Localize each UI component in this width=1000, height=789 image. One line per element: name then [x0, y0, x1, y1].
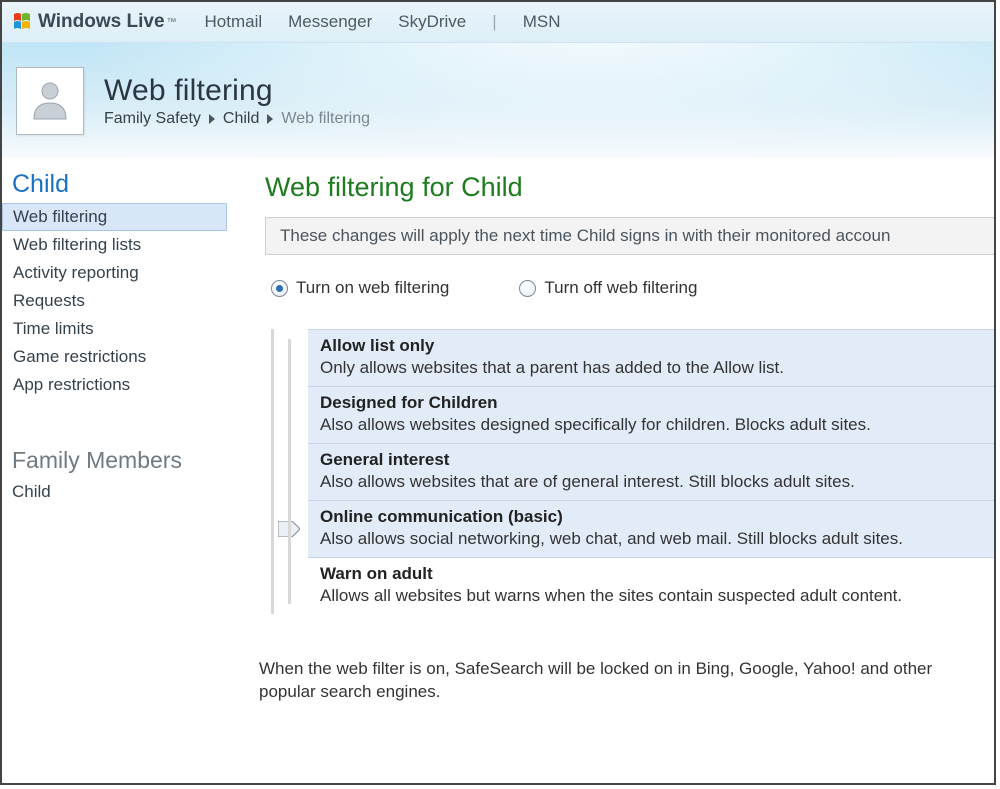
sidebar-item-label: Game restrictions — [13, 347, 146, 366]
filter-level-option[interactable]: General interestAlso allows websites tha… — [308, 443, 994, 500]
nav-link-hotmail[interactable]: Hotmail — [205, 12, 263, 32]
main-content: Web filtering for Child These changes wi… — [227, 158, 994, 784]
filter-level-desc: Only allows websites that a parent has a… — [320, 358, 982, 378]
sidebar: Child Web filtering Web filtering lists … — [2, 158, 227, 784]
radio-turn-on[interactable]: Turn on web filtering — [271, 277, 449, 299]
filter-level-option[interactable]: Warn on adultAllows all websites but war… — [308, 557, 994, 614]
filter-level-desc: Allows all websites but warns when the s… — [320, 586, 982, 606]
top-nav-links: Hotmail Messenger SkyDrive | MSN — [205, 12, 561, 32]
top-nav: Windows Live ™ Hotmail Messenger SkyDriv… — [2, 2, 994, 43]
sidebar-item-label: App restrictions — [13, 375, 130, 394]
page-title: Web filtering — [104, 74, 370, 108]
radio-turn-off[interactable]: Turn off web filtering — [519, 277, 697, 299]
app-window: Windows Live ™ Hotmail Messenger SkyDriv… — [0, 0, 996, 785]
body: Child Web filtering Web filtering lists … — [2, 158, 994, 784]
sidebar-members-heading: Family Members — [2, 447, 227, 478]
filter-level-desc: Also allows websites that are of general… — [320, 472, 982, 492]
filter-level-slider[interactable]: Allow list onlyOnly allows websites that… — [271, 329, 994, 614]
crumb-family-safety[interactable]: Family Safety — [104, 110, 201, 128]
sidebar-item-label: Web filtering lists — [13, 235, 141, 254]
nav-link-msn[interactable]: MSN — [523, 12, 561, 32]
content-title: Web filtering for Child — [265, 172, 994, 203]
nav-link-messenger[interactable]: Messenger — [288, 12, 372, 32]
filter-level-title: Warn on adult — [320, 564, 982, 584]
notice-box: These changes will apply the next time C… — [265, 217, 994, 255]
filter-level-option[interactable]: Allow list onlyOnly allows websites that… — [308, 329, 994, 386]
page-header: Web filtering Family Safety Child Web fi… — [2, 43, 994, 158]
sidebar-item-app-restrictions[interactable]: App restrictions — [2, 371, 227, 399]
sidebar-member-child[interactable]: Child — [2, 478, 227, 506]
sidebar-item-requests[interactable]: Requests — [2, 287, 227, 315]
radio-icon — [271, 280, 288, 297]
radio-label: Turn on web filtering — [296, 277, 449, 299]
filter-level-desc: Also allows websites designed specifical… — [320, 415, 982, 435]
sidebar-item-label: Requests — [13, 291, 85, 310]
chevron-right-icon — [267, 114, 273, 124]
filter-toggle-group: Turn on web filtering Turn off web filte… — [271, 277, 994, 299]
crumb-child[interactable]: Child — [223, 110, 259, 128]
sidebar-heading[interactable]: Child — [2, 170, 227, 203]
filter-level-title: Allow list only — [320, 336, 982, 356]
sidebar-item-label: Web filtering — [13, 207, 107, 226]
brand-label[interactable]: Windows Live — [38, 11, 165, 33]
filter-levels-list: Allow list onlyOnly allows websites that… — [308, 329, 994, 614]
slider-handle-icon[interactable] — [278, 521, 300, 537]
nav-separator: | — [492, 12, 496, 32]
filter-level-title: General interest — [320, 450, 982, 470]
person-icon — [28, 77, 72, 125]
radio-icon — [519, 280, 536, 297]
avatar — [16, 67, 84, 135]
crumb-current: Web filtering — [281, 110, 370, 128]
filter-level-option[interactable]: Online communication (basic)Also allows … — [308, 500, 994, 557]
sidebar-item-game-restrictions[interactable]: Game restrictions — [2, 343, 227, 371]
sidebar-item-web-filtering-lists[interactable]: Web filtering lists — [2, 231, 227, 259]
sidebar-item-web-filtering[interactable]: Web filtering — [2, 203, 227, 231]
sidebar-item-activity-reporting[interactable]: Activity reporting — [2, 259, 227, 287]
breadcrumb: Family Safety Child Web filtering — [104, 110, 370, 128]
windows-live-flag-icon — [12, 12, 32, 32]
filter-level-desc: Also allows social networking, web chat,… — [320, 529, 982, 549]
safesearch-footnote: When the web filter is on, SafeSearch wi… — [259, 658, 994, 704]
filter-level-title: Designed for Children — [320, 393, 982, 413]
brand-trademark: ™ — [167, 17, 177, 28]
sidebar-item-time-limits[interactable]: Time limits — [2, 315, 227, 343]
sidebar-item-label: Time limits — [13, 319, 94, 338]
radio-label: Turn off web filtering — [544, 277, 697, 299]
filter-level-title: Online communication (basic) — [320, 507, 982, 527]
nav-link-skydrive[interactable]: SkyDrive — [398, 12, 466, 32]
filter-level-option[interactable]: Designed for ChildrenAlso allows website… — [308, 386, 994, 443]
slider-scale — [274, 329, 308, 614]
sidebar-item-label: Activity reporting — [13, 263, 139, 282]
chevron-right-icon — [209, 114, 215, 124]
